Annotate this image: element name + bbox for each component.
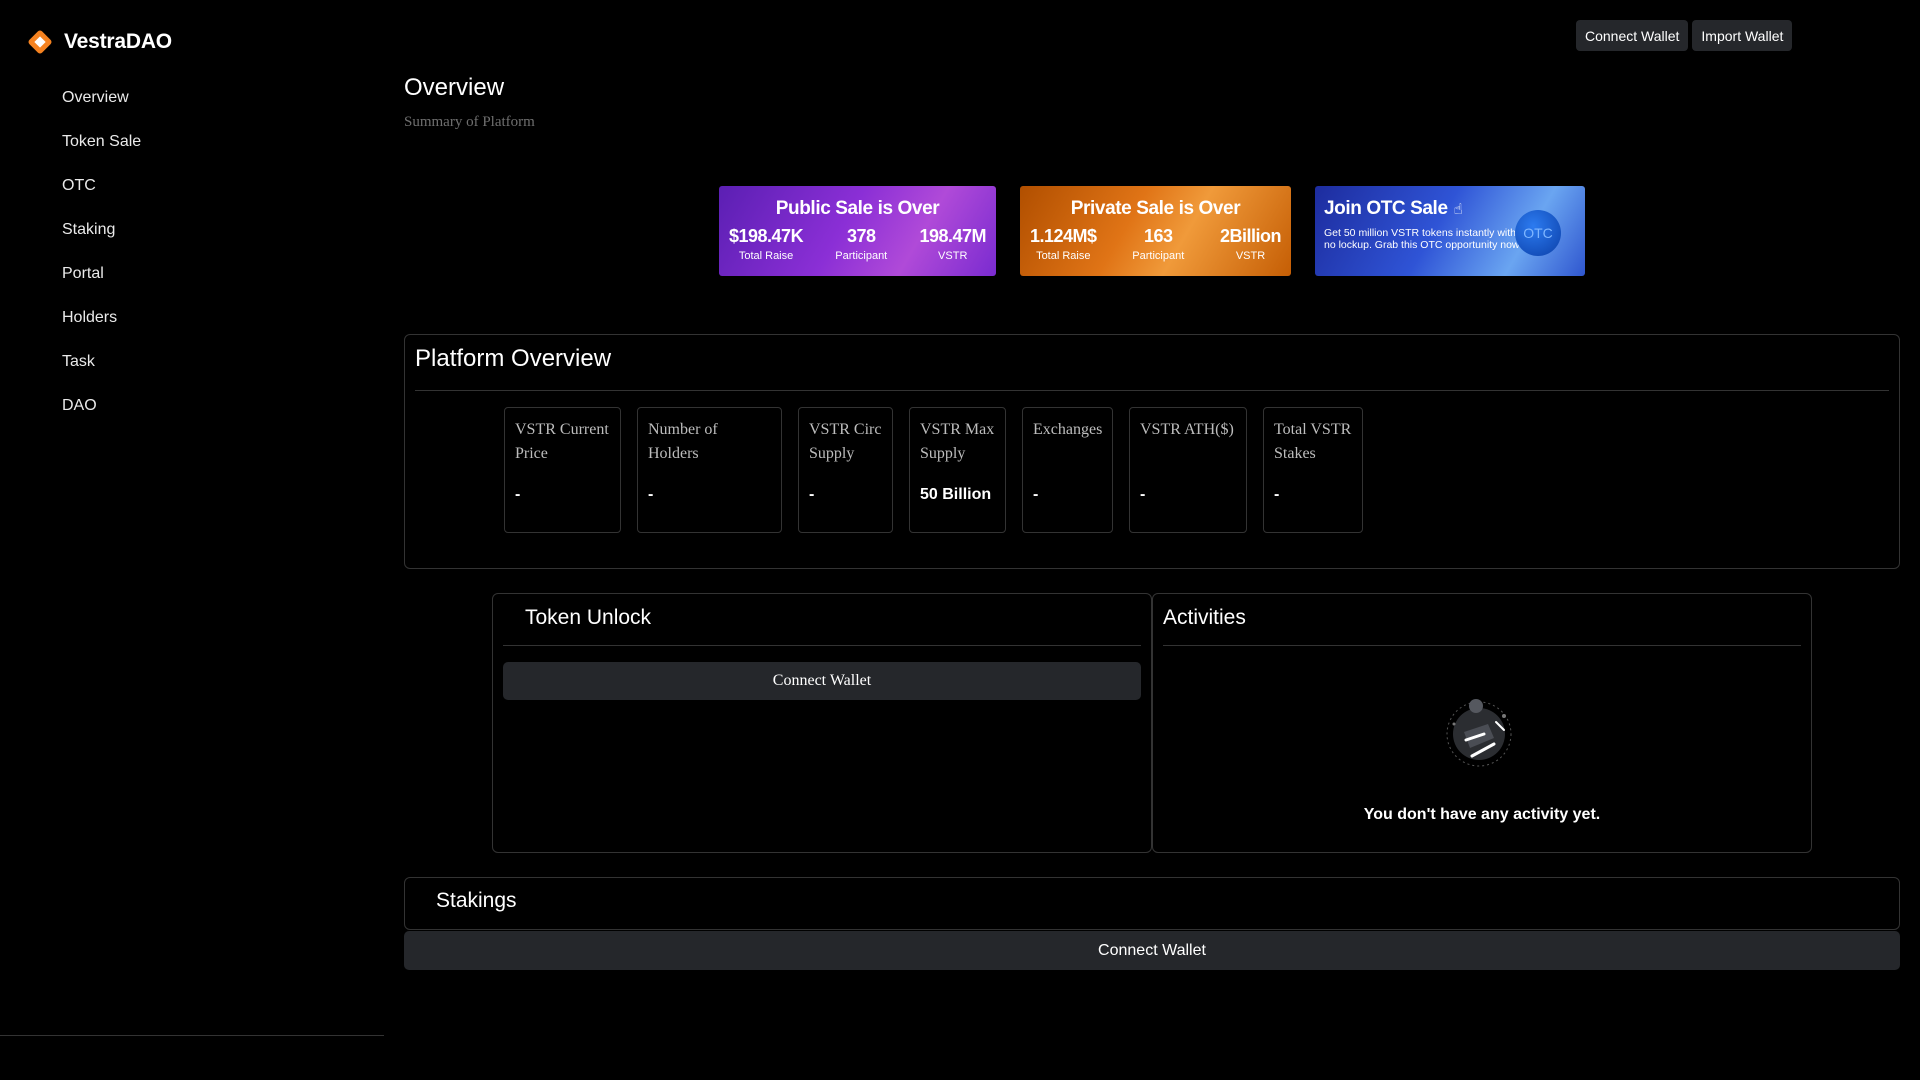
card-value: - <box>809 486 815 503</box>
public-participant: 378 Participant <box>835 226 887 262</box>
otc-sale-banner[interactable]: Join OTC Sale ☝ Get 50 million VSTR token… <box>1315 186 1585 276</box>
card-value: - <box>1140 486 1146 503</box>
card-label: VSTR Current Price <box>515 421 609 462</box>
brand-name: VestraDAO <box>64 30 172 53</box>
stakings-connect-wallet-button[interactable]: Connect Wallet <box>404 931 1900 970</box>
page-subtitle: Summary of Platform <box>404 114 535 130</box>
stat-value: 2Billion <box>1219 226 1282 246</box>
sidebar-item-task[interactable]: Task <box>62 348 141 392</box>
import-wallet-button[interactable]: Import Wallet <box>1692 20 1793 51</box>
stat-value: 378 <box>846 226 876 246</box>
stat-value: 198.47M <box>919 226 986 246</box>
platform-overview-title: Platform Overview <box>415 345 612 372</box>
divider <box>503 645 1141 646</box>
card-label: VSTR ATH($) <box>1140 421 1234 438</box>
stat-value: $198.47K <box>729 226 804 246</box>
card-label: VSTR Max Supply <box>920 421 995 462</box>
sidebar-item-holders[interactable]: Holders <box>62 304 141 348</box>
public-sale-stats: $198.47K Total Raise 378 Participant 198… <box>729 226 986 262</box>
sidebar-item-token-sale[interactable]: Token Sale <box>62 128 141 172</box>
sidebar-item-portal[interactable]: Portal <box>62 260 141 304</box>
card-label: Number of Holders <box>648 421 718 462</box>
private-sale-banner[interactable]: Private Sale is Over 1.124M$ Total Raise… <box>1020 186 1291 276</box>
stat-value: 1.124M$ <box>1030 226 1097 246</box>
stat-label: VSTR <box>938 250 968 262</box>
card-value: - <box>515 486 521 503</box>
card-vstr-current-price: VSTR Current Price - <box>504 407 621 533</box>
card-total-vstr-stakes: Total VSTR Stakes - <box>1263 407 1363 533</box>
card-label: Exchanges <box>1033 421 1103 438</box>
card-value: - <box>1274 486 1280 503</box>
card-value: - <box>648 486 654 503</box>
otc-coin-icon: OTC <box>1515 210 1561 256</box>
activities-panel: Activities You don't have any activity y… <box>1152 593 1812 853</box>
private-vstr: 2Billion VSTR <box>1219 226 1282 262</box>
stat-label: Total Raise <box>1036 250 1091 262</box>
activities-title: Activities <box>1163 606 1246 629</box>
card-exchanges: Exchanges - <box>1022 407 1113 533</box>
otc-description: Get 50 million VSTR tokens instantly wit… <box>1324 227 1523 251</box>
sidebar-item-dao[interactable]: DAO <box>62 392 141 436</box>
card-number-of-holders: Number of Holders - <box>637 407 782 533</box>
stat-label: Participant <box>1132 250 1185 262</box>
diamond-logo-icon <box>27 29 53 55</box>
top-actions: Connect Wallet Import Wallet <box>1576 20 1793 51</box>
token-unlock-connect-wallet-button[interactable]: Connect Wallet <box>503 662 1141 700</box>
card-label: Total VSTR Stakes <box>1274 421 1352 462</box>
stakings-title: Stakings <box>436 889 517 912</box>
brand[interactable]: VestraDAO <box>27 29 172 55</box>
divider <box>415 390 1889 391</box>
card-value: 50 Billion <box>920 486 992 503</box>
card-value: - <box>1033 486 1039 503</box>
card-label: VSTR Circ Supply <box>809 421 882 462</box>
otc-title-text: Join OTC Sale <box>1324 198 1448 219</box>
click-cursor-icon: ☝ <box>1453 201 1463 218</box>
app-root: VestraDAO Overview Token Sale OTC Stakin… <box>0 0 1920 1080</box>
divider <box>1163 645 1801 646</box>
public-total-raise: $198.47K Total Raise <box>729 226 804 262</box>
token-unlock-panel: Token Unlock Connect Wallet <box>492 593 1152 853</box>
private-sale-title: Private Sale is Over <box>1070 198 1241 219</box>
card-vstr-ath: VSTR ATH($) - <box>1129 407 1247 533</box>
public-sale-banner[interactable]: Public Sale is Over $198.47K Total Raise… <box>719 186 996 276</box>
card-vstr-max-supply: VSTR Max Supply 50 Billion <box>909 407 1006 533</box>
overview-cards: VSTR Current Price - Number of Holders -… <box>504 407 1363 533</box>
stakings-panel: Stakings <box>404 877 1900 930</box>
stat-label: Total Raise <box>738 250 794 262</box>
private-total-raise: 1.124M$ Total Raise <box>1030 226 1097 262</box>
public-vstr: 198.47M VSTR <box>919 226 986 262</box>
public-sale-title: Public Sale is Over <box>775 198 940 219</box>
stat-label: Participant <box>835 250 888 262</box>
sidebar-item-overview[interactable]: Overview <box>62 84 141 128</box>
page-title: Overview <box>404 74 505 101</box>
private-sale-stats: 1.124M$ Total Raise 163 Participant 2Bil… <box>1030 226 1282 262</box>
sidebar-nav: Overview Token Sale OTC Staking Portal H… <box>62 84 141 436</box>
stat-label: VSTR <box>1235 250 1266 262</box>
sidebar-item-otc[interactable]: OTC <box>62 172 141 216</box>
stat-value: 163 <box>1144 226 1173 246</box>
sidebar: VestraDAO Overview Token Sale OTC Stakin… <box>0 0 384 1036</box>
sidebar-item-staking[interactable]: Staking <box>62 216 141 260</box>
empty-activity-illustration-icon <box>1446 699 1512 767</box>
empty-activity-text: You don't have any activity yet. <box>1363 806 1601 823</box>
private-participant: 163 Participant <box>1132 226 1184 262</box>
token-unlock-title: Token Unlock <box>525 606 652 629</box>
connect-wallet-button[interactable]: Connect Wallet <box>1576 20 1689 51</box>
platform-overview-panel: Platform Overview VSTR Current Price - N… <box>404 334 1900 569</box>
card-vstr-circ-supply: VSTR Circ Supply - <box>798 407 893 533</box>
